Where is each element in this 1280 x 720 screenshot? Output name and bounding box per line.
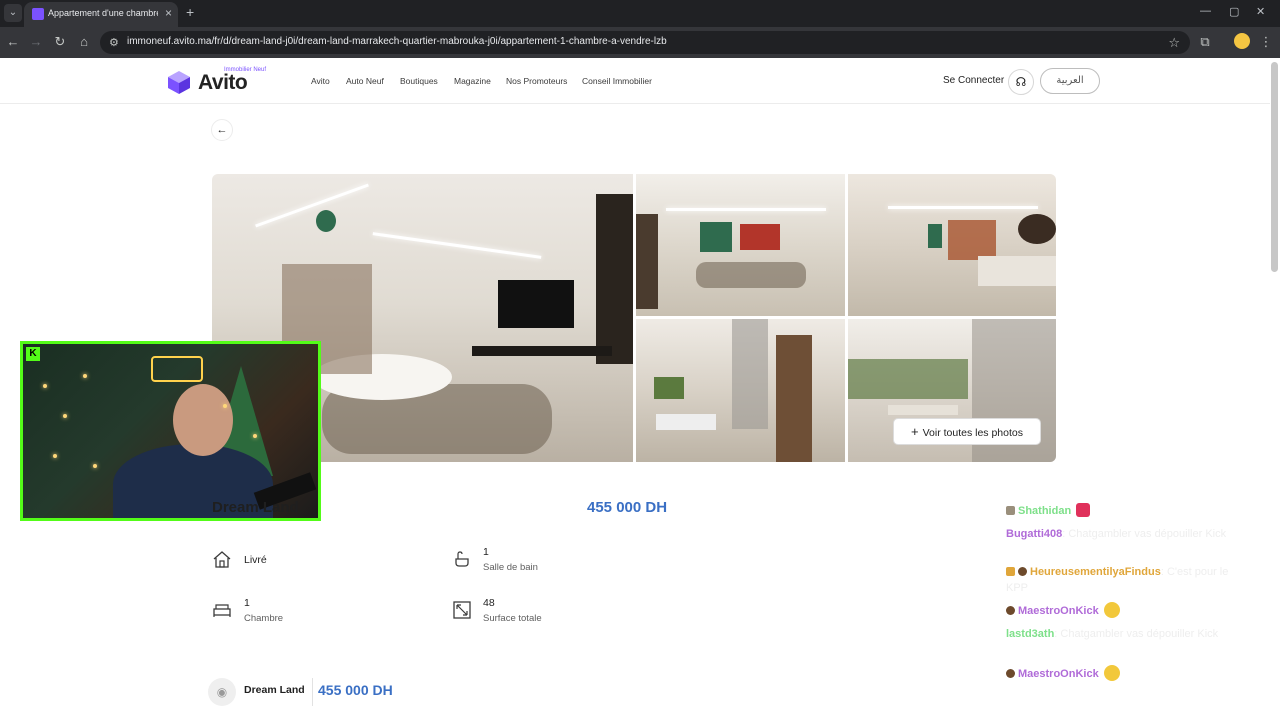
nav-boutiques[interactable]: Boutiques: [400, 76, 438, 86]
chat-message: MaestroOnKick: [1006, 665, 1236, 682]
alarm-emote-icon: [1076, 503, 1091, 517]
chat-username: HeureusementilyaFindus: [1030, 566, 1161, 578]
listing-title: Dream Land: [212, 499, 299, 516]
user-badge-icon: [1006, 669, 1015, 678]
streamer-head: [173, 384, 233, 456]
sticky-divider: [312, 678, 313, 706]
laughing-emote-icon: [1103, 602, 1120, 618]
laughing-emote-icon: [1103, 665, 1120, 681]
photo-bedroom-living[interactable]: [848, 174, 1056, 316]
bookmark-star-icon[interactable]: ☆: [1168, 35, 1180, 51]
kick-logo-icon: K: [26, 347, 40, 361]
crown-badge-icon: [1006, 567, 1015, 576]
chat-username: Bugatti408: [1006, 528, 1063, 540]
chat-message: Shathidan: [1006, 503, 1236, 519]
nav-conseil-immobilier[interactable]: Conseil Immobilier: [582, 76, 652, 86]
feature-bedroom-value: 1: [244, 597, 250, 609]
nav-auto-neuf[interactable]: Auto Neuf: [346, 76, 384, 86]
close-window-icon[interactable]: ✕: [1256, 5, 1265, 18]
area-icon: [453, 601, 471, 619]
site-header: Immobilier Neuf Avito Avito Auto Neuf Bo…: [0, 58, 1270, 104]
feature-bath-value: 1: [483, 546, 489, 558]
back-button[interactable]: ←: [211, 119, 233, 141]
page-scrollbar[interactable]: [1271, 62, 1278, 272]
address-bar[interactable]: ⚙ immoneuf.avito.ma/fr/d/dream-land-j0i/…: [100, 31, 1190, 54]
bed-icon: [213, 604, 231, 617]
web-page: Immobilier Neuf Avito Avito Auto Neuf Bo…: [0, 58, 1280, 720]
headset-support-icon[interactable]: ☊: [1008, 69, 1034, 95]
chat-username: lastd3ath: [1006, 628, 1055, 640]
user-badge-icon: [1006, 606, 1015, 615]
tab-title: Appartement d'une chambre s...: [48, 8, 158, 18]
see-all-photos-button[interactable]: + Voir toutes les photos: [893, 418, 1041, 445]
feature-bath-label: Salle de bain: [483, 562, 538, 573]
nav-nos-promoteurs[interactable]: Nos Promoteurs: [506, 76, 567, 86]
listing-price: 455 000 DH: [587, 499, 668, 516]
restore-icon[interactable]: ▢: [1229, 5, 1239, 18]
photo-office[interactable]: [636, 319, 845, 462]
feature-area-value: 48: [483, 597, 495, 609]
plus-icon: +: [911, 424, 919, 439]
chat-username: Shathidan: [1018, 505, 1072, 517]
close-tab-icon[interactable]: ×: [165, 6, 172, 20]
user-badge-icon: [1018, 567, 1027, 576]
neon-sign: [151, 356, 203, 382]
user-badge-icon: [1006, 506, 1015, 515]
url-text: immoneuf.avito.ma/fr/d/dream-land-j0i/dr…: [127, 36, 667, 47]
profile-avatar[interactable]: [1234, 33, 1250, 49]
nav-magazine[interactable]: Magazine: [454, 76, 491, 86]
sticky-price: 455 000 DH: [318, 682, 393, 698]
login-link[interactable]: Se Connecter: [943, 75, 1004, 86]
minimize-icon[interactable]: —: [1200, 5, 1211, 17]
new-tab-icon[interactable]: +: [186, 4, 194, 20]
chat-text: : Chatgambler vas dépouiller Kick: [1062, 528, 1227, 540]
tab-search-button[interactable]: ⌄: [4, 4, 22, 22]
site-logo[interactable]: Avito: [198, 71, 248, 95]
nav-avito[interactable]: Avito: [311, 76, 330, 86]
sticky-title: Dream Land: [244, 684, 305, 696]
language-switch-button[interactable]: العربية: [1040, 68, 1100, 94]
chat-text: : Chatgambler vas dépouiller Kick: [1054, 628, 1219, 640]
browser-tab[interactable]: Appartement d'une chambre s... ×: [24, 2, 178, 27]
chat-message: Bugatti408: Chatgambler vas dépouiller K…: [1006, 526, 1236, 542]
reload-icon[interactable]: ↻: [51, 33, 69, 51]
feature-status-value: Livré: [244, 554, 267, 566]
back-arrow-icon[interactable]: ←: [4, 33, 22, 51]
see-all-photos-label: Voir toutes les photos: [922, 427, 1023, 439]
browser-toolbar: ← → ↻ ⌂ ⚙ immoneuf.avito.ma/fr/d/dream-l…: [0, 27, 1280, 58]
site-info-icon[interactable]: ⚙: [109, 36, 119, 49]
chat-message: lastd3ath: Chatgambler vas dépouiller Ki…: [1006, 626, 1236, 642]
photo-living-room[interactable]: [636, 174, 845, 316]
chat-message: MaestroOnKick: [1006, 602, 1236, 619]
streamer-webcam-overlay: K: [20, 341, 321, 521]
house-icon: [213, 551, 231, 568]
extensions-icon[interactable]: ⧉: [1196, 33, 1214, 51]
feature-area-label: Surface totale: [483, 613, 542, 624]
chat-message: HeureusementilyaFindus: C'est pour le KP…: [1006, 564, 1236, 596]
browser-menu-icon[interactable]: ⋮: [1257, 33, 1275, 51]
avito-cube-icon[interactable]: [167, 70, 191, 94]
chat-username: MaestroOnKick: [1018, 605, 1099, 617]
site-favicon-icon: [32, 8, 44, 20]
chat-username: MaestroOnKick: [1018, 668, 1099, 680]
feature-bedroom-label: Chambre: [244, 613, 284, 624]
forward-arrow-icon[interactable]: →: [27, 33, 45, 51]
browser-tab-strip: ⌄ Appartement d'une chambre s... × + — ▢…: [0, 0, 1280, 27]
camera-icon: ◉: [208, 678, 236, 706]
bath-icon: [455, 551, 469, 567]
home-icon[interactable]: ⌂: [75, 33, 93, 51]
